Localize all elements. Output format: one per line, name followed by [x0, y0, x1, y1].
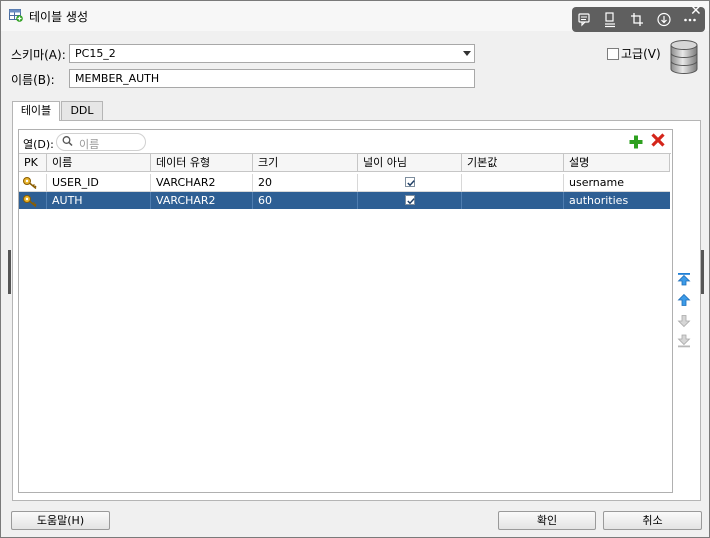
- primary-key-icon: [23, 195, 37, 207]
- type-cell[interactable]: VARCHAR2: [151, 174, 253, 191]
- pk-cell[interactable]: [19, 174, 47, 191]
- header-size[interactable]: 크기: [253, 154, 358, 172]
- name-cell[interactable]: USER_ID: [47, 174, 151, 191]
- header-comment[interactable]: 설명: [564, 154, 670, 172]
- header-name[interactable]: 이름: [47, 154, 151, 172]
- schema-value: PC15_2: [75, 47, 116, 60]
- search-icon: [62, 135, 73, 150]
- move-down-icon: [677, 315, 691, 328]
- add-column-icon[interactable]: [628, 134, 644, 153]
- ok-button[interactable]: 확인: [498, 511, 596, 530]
- pk-cell[interactable]: [19, 192, 47, 209]
- crop-icon[interactable]: [627, 10, 647, 29]
- move-up-icon[interactable]: [677, 293, 691, 307]
- left-resize-handle[interactable]: [8, 250, 11, 294]
- right-resize-handle[interactable]: [701, 250, 704, 294]
- help-button[interactable]: 도움말(H): [11, 511, 110, 530]
- header-data-type[interactable]: 데이터 유형: [151, 154, 253, 172]
- table-name-input[interactable]: MEMBER_AUTH: [69, 69, 475, 88]
- columns-label: 열(D):: [23, 138, 54, 151]
- chevron-down-icon: [463, 51, 471, 56]
- primary-key-icon: [23, 177, 37, 189]
- schema-dropdown[interactable]: PC15_2: [69, 44, 475, 63]
- name-cell[interactable]: AUTH: [47, 192, 151, 209]
- cancel-button[interactable]: 취소: [603, 511, 702, 530]
- database-icon: [670, 40, 698, 74]
- header-pk[interactable]: PK: [19, 154, 47, 172]
- tab-table[interactable]: 테이블: [12, 101, 60, 121]
- floating-toolbar: [572, 7, 705, 32]
- comment-cell[interactable]: authorities: [564, 192, 670, 209]
- move-top-icon[interactable]: [677, 272, 691, 286]
- name-label: 이름(B):: [11, 73, 55, 87]
- table-name-value: MEMBER_AUTH: [75, 72, 160, 85]
- not-null-checkbox[interactable]: [405, 177, 415, 187]
- column-filter-input[interactable]: 이름: [56, 133, 146, 151]
- not-null-checkbox[interactable]: [405, 195, 415, 205]
- not-null-cell[interactable]: [358, 174, 462, 191]
- close-icon[interactable]: ✕: [690, 3, 702, 19]
- window-title: 테이블 생성: [29, 10, 89, 24]
- size-cell[interactable]: 20: [253, 174, 358, 191]
- filter-placeholder: 이름: [79, 138, 100, 151]
- comment-icon[interactable]: [574, 10, 594, 29]
- download-icon[interactable]: [654, 10, 674, 29]
- advanced-label[interactable]: 고급(V): [621, 45, 661, 62]
- table-add-icon: [9, 9, 23, 22]
- schema-label: 스키마(A):: [11, 48, 66, 62]
- type-cell[interactable]: VARCHAR2: [151, 192, 253, 209]
- remove-column-icon[interactable]: [650, 132, 666, 152]
- table-row[interactable]: AUTH VARCHAR2 60 authorities: [19, 192, 670, 209]
- outline-icon[interactable]: [600, 10, 620, 29]
- default-cell[interactable]: [462, 174, 564, 191]
- default-cell[interactable]: [462, 192, 564, 209]
- advanced-checkbox[interactable]: [607, 48, 619, 60]
- table-row[interactable]: USER_ID VARCHAR2 20 username: [19, 174, 670, 191]
- not-null-cell[interactable]: [358, 192, 462, 209]
- move-bottom-icon: [677, 334, 691, 348]
- header-default[interactable]: 기본값: [462, 154, 564, 172]
- comment-cell[interactable]: username: [564, 174, 670, 191]
- size-cell[interactable]: 60: [253, 192, 358, 209]
- create-table-dialog: 테이블 생성 ✕ 스키마(A): PC15_2 이름(B): MEMBER_AU…: [0, 0, 710, 538]
- tab-ddl[interactable]: DDL: [61, 101, 103, 120]
- header-not-null[interactable]: 널이 아님: [358, 154, 462, 172]
